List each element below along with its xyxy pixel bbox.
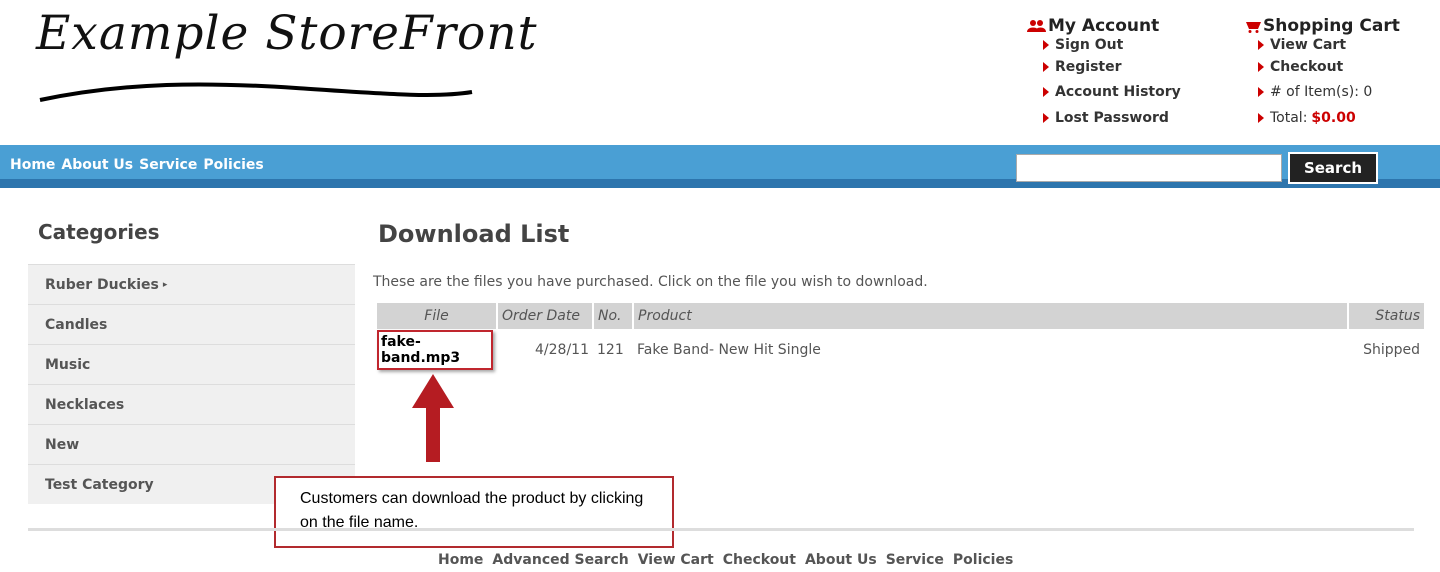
table-row: fake-band.mp3 4/28/11 121 Fake Band- New… bbox=[377, 329, 1424, 371]
nav-service-link[interactable]: Service bbox=[139, 157, 197, 173]
caret-right-icon: ▸ bbox=[162, 279, 168, 290]
annotation-callout: Customers can download the product by cl… bbox=[274, 476, 674, 548]
nav-policies-link[interactable]: Policies bbox=[203, 157, 263, 173]
footer-home-link[interactable]: Home bbox=[438, 552, 483, 568]
nav-home-link[interactable]: Home bbox=[10, 157, 55, 173]
my-account-section: My Account Sign Out Register Account His… bbox=[1027, 16, 1181, 131]
product-cell: Fake Band- New Hit Single bbox=[637, 342, 821, 358]
cart-total-value: $0.00 bbox=[1311, 109, 1356, 126]
page-title: Download List bbox=[378, 220, 570, 248]
nav-links: Home About Us Service Policies bbox=[10, 157, 264, 173]
footer-about-us-link[interactable]: About Us bbox=[805, 552, 877, 568]
annotation-arrow-icon bbox=[412, 374, 454, 462]
footer-advanced-search-link[interactable]: Advanced Search bbox=[492, 552, 628, 568]
view-cart-link[interactable]: View Cart bbox=[1258, 36, 1400, 54]
footer-view-cart-link[interactable]: View Cart bbox=[638, 552, 714, 568]
arrow-right-icon bbox=[1258, 87, 1264, 98]
status-cell: Shipped bbox=[1363, 342, 1420, 358]
users-icon bbox=[1027, 20, 1046, 32]
footer-policies-link[interactable]: Policies bbox=[953, 552, 1013, 568]
category-ruber-duckies[interactable]: Ruber Duckies ▸ bbox=[28, 264, 355, 304]
category-music[interactable]: Music bbox=[28, 344, 355, 384]
categories-sidebar: Categories Ruber Duckies ▸ Candles Music … bbox=[28, 208, 355, 504]
order-no-cell: 121 bbox=[597, 342, 624, 358]
footer-links: Home Advanced Search View Cart Checkout … bbox=[438, 552, 1013, 568]
cart-icon bbox=[1242, 22, 1261, 33]
arrow-right-icon bbox=[1258, 61, 1264, 72]
store-logo[interactable]: Example StoreFront bbox=[36, 6, 537, 61]
col-header-status: Status bbox=[1348, 303, 1424, 329]
categories-heading: Categories bbox=[28, 208, 355, 264]
arrow-right-icon bbox=[1043, 61, 1049, 72]
checkout-link[interactable]: Checkout bbox=[1258, 54, 1400, 80]
footer-checkout-link[interactable]: Checkout bbox=[723, 552, 796, 568]
arrow-right-icon bbox=[1043, 112, 1049, 123]
arrow-right-icon bbox=[1258, 112, 1264, 123]
arrow-right-icon bbox=[1258, 40, 1264, 50]
nav-about-us-link[interactable]: About Us bbox=[61, 157, 133, 173]
table-header-row: File Order Date No. Product Status bbox=[377, 303, 1424, 329]
my-account-heading: My Account bbox=[1048, 16, 1160, 36]
category-necklaces[interactable]: Necklaces bbox=[28, 384, 355, 424]
arrow-right-icon bbox=[1043, 87, 1049, 98]
cart-item-count: # of Item(s): 0 bbox=[1258, 80, 1400, 106]
shopping-cart-heading: Shopping Cart bbox=[1263, 16, 1400, 36]
col-header-file: File bbox=[377, 303, 498, 329]
logo-swoosh bbox=[39, 82, 473, 102]
category-new[interactable]: New bbox=[28, 424, 355, 464]
file-download-link[interactable]: fake-band.mp3 bbox=[377, 330, 493, 370]
shopping-cart-section: Shopping Cart View Cart Checkout # of It… bbox=[1242, 16, 1400, 131]
search-input[interactable] bbox=[1016, 154, 1282, 182]
lost-password-link[interactable]: Lost Password bbox=[1043, 105, 1181, 131]
register-link[interactable]: Register bbox=[1043, 54, 1181, 80]
account-history-link[interactable]: Account History bbox=[1043, 80, 1181, 106]
main-nav-bar: Home About Us Service Policies Search bbox=[0, 145, 1440, 188]
download-table: File Order Date No. Product Status fake-… bbox=[377, 303, 1424, 371]
footer-service-link[interactable]: Service bbox=[886, 552, 944, 568]
category-candles[interactable]: Candles bbox=[28, 304, 355, 344]
sign-out-link[interactable]: Sign Out bbox=[1043, 36, 1181, 54]
footer-divider bbox=[28, 528, 1414, 531]
col-header-no: No. bbox=[593, 303, 634, 329]
intro-text: These are the files you have purchased. … bbox=[373, 274, 928, 290]
order-date-cell: 4/28/11 bbox=[535, 342, 589, 358]
col-header-product: Product bbox=[633, 303, 1349, 329]
search-button[interactable]: Search bbox=[1288, 152, 1378, 184]
col-header-order-date: Order Date bbox=[497, 303, 594, 329]
cart-total: Total: $0.00 bbox=[1258, 105, 1400, 131]
arrow-right-icon bbox=[1043, 40, 1049, 50]
